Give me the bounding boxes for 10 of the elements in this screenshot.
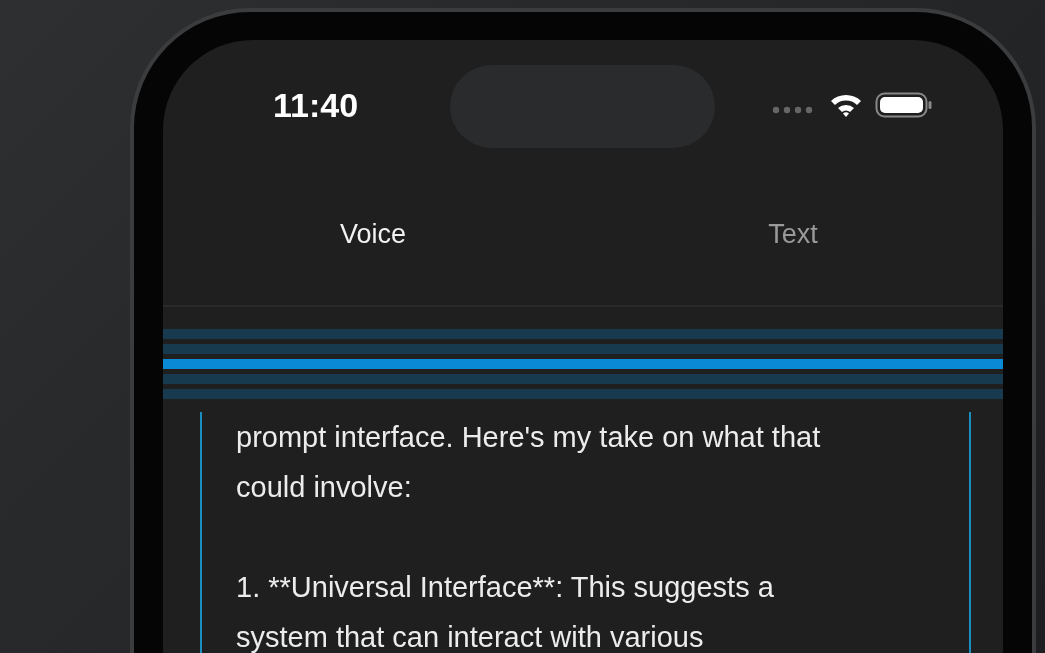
tab[interactable]: Voice [163, 204, 583, 264]
message-text: system that can interact with various [236, 620, 705, 653]
message-text: 1. **Universal Interface**: This suggests a [236, 570, 775, 605]
message-text: prompt interface. Here's my take on what that [236, 420, 822, 455]
status-time: 11:40 [273, 85, 359, 125]
message-text: could involve: [236, 470, 413, 505]
signal-dots-icon [771, 105, 813, 115]
battery-icon [875, 91, 933, 119]
wifi-icon [829, 92, 863, 118]
tab[interactable]: Text [583, 204, 1003, 264]
